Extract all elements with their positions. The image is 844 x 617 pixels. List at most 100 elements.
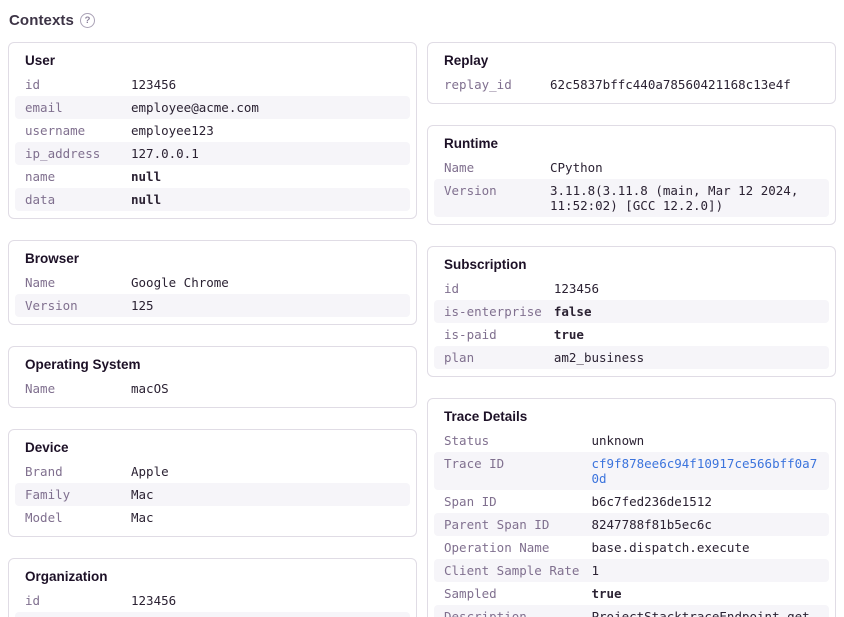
kv-row: ModelMac	[15, 506, 410, 529]
kv-key: Client Sample Rate	[434, 559, 591, 582]
kv-row: replay_id62c5837bffc440a78560421168c13e4…	[434, 73, 829, 96]
kv-key: id	[15, 589, 131, 612]
kv-key: Version	[15, 294, 131, 317]
kv-key: Trace ID	[434, 452, 591, 490]
context-card: Operating System NamemacOS	[8, 346, 417, 408]
context-card: Runtime NameCPythonVersion3.11.8(3.11.8 …	[427, 125, 836, 225]
kv-value: ProjectStacktraceEndpoint.get	[591, 605, 829, 617]
kv-key: replay_id	[434, 73, 550, 96]
kv-key: email	[15, 96, 131, 119]
kv-key: plan	[434, 346, 554, 369]
kv-value: employee123	[131, 119, 410, 142]
kv-value: true	[554, 323, 829, 346]
kv-row: Client Sample Rate1	[434, 559, 829, 582]
kv-value: 127.0.0.1	[131, 142, 410, 165]
kv-key: Description	[434, 605, 591, 617]
key-value-table: id123456emailemployee@acme.comusernameem…	[15, 73, 410, 211]
kv-key: Model	[15, 506, 131, 529]
key-value-table: StatusunknownTrace IDcf9f878ee6c94f10917…	[434, 429, 829, 617]
context-card: User id123456emailemployee@acme.comusern…	[8, 42, 417, 219]
key-value-table: id123456is-enterprisefalseis-paidtruepla…	[434, 277, 829, 369]
kv-key: slug	[15, 612, 131, 617]
right-column: Replay replay_id62c5837bffc440a785604211…	[427, 42, 836, 617]
kv-value: null	[131, 188, 410, 211]
context-card: Browser NameGoogle ChromeVersion125	[8, 240, 417, 325]
kv-key: id	[434, 277, 554, 300]
kv-value: true	[591, 582, 829, 605]
kv-key: id	[15, 73, 131, 96]
context-columns: User id123456emailemployee@acme.comusern…	[0, 42, 844, 617]
kv-row: id123456	[434, 277, 829, 300]
trace-id-link[interactable]: cf9f878ee6c94f10917ce566bff0a70d	[591, 456, 817, 486]
context-card: Organization id123456slugacme	[8, 558, 417, 617]
kv-value: unknown	[591, 429, 829, 452]
kv-row: id123456	[15, 73, 410, 96]
kv-row: datanull	[15, 188, 410, 211]
contexts-header: Contexts ?	[9, 12, 844, 29]
kv-value: Apple	[131, 460, 410, 483]
context-card: Device BrandAppleFamilyMacModelMac	[8, 429, 417, 537]
kv-value: 125	[131, 294, 410, 317]
kv-key: Brand	[15, 460, 131, 483]
kv-value: false	[554, 300, 829, 323]
kv-value: Mac	[131, 483, 410, 506]
kv-key: Status	[434, 429, 591, 452]
key-value-table: id123456slugacme	[15, 589, 410, 617]
kv-row: Statusunknown	[434, 429, 829, 452]
card-title: Runtime	[434, 134, 829, 156]
card-title: Operating System	[15, 355, 410, 377]
help-icon[interactable]: ?	[80, 13, 95, 28]
kv-value: 1	[591, 559, 829, 582]
page-title: Contexts	[9, 12, 74, 29]
kv-value: macOS	[131, 377, 410, 400]
card-title: Trace Details	[434, 407, 829, 429]
kv-row: is-enterprisefalse	[434, 300, 829, 323]
kv-key: Version	[434, 179, 550, 217]
card-title: Organization	[15, 567, 410, 589]
kv-value: b6c7fed236de1512	[591, 490, 829, 513]
kv-row: NamemacOS	[15, 377, 410, 400]
kv-row: Parent Span ID8247788f81b5ec6c	[434, 513, 829, 536]
card-title: Replay	[434, 51, 829, 73]
kv-key: Parent Span ID	[434, 513, 591, 536]
kv-key: data	[15, 188, 131, 211]
kv-row: Version3.11.8(3.11.8 (main, Mar 12 2024,…	[434, 179, 829, 217]
key-value-table: NameGoogle ChromeVersion125	[15, 271, 410, 317]
context-card: Subscription id123456is-enterprisefalsei…	[427, 246, 836, 377]
kv-value: 8247788f81b5ec6c	[591, 513, 829, 536]
kv-value: Google Chrome	[131, 271, 410, 294]
kv-key: Operation Name	[434, 536, 591, 559]
card-title: User	[15, 51, 410, 73]
kv-value: CPython	[550, 156, 829, 179]
kv-value: Mac	[131, 506, 410, 529]
kv-value: 3.11.8(3.11.8 (main, Mar 12 2024, 11:52:…	[550, 179, 829, 217]
left-column: User id123456emailemployee@acme.comusern…	[8, 42, 417, 617]
kv-row: namenull	[15, 165, 410, 188]
kv-row: ip_address127.0.0.1	[15, 142, 410, 165]
kv-key: Name	[434, 156, 550, 179]
kv-row: NameCPython	[434, 156, 829, 179]
context-card: Replay replay_id62c5837bffc440a785604211…	[427, 42, 836, 104]
kv-row: usernameemployee123	[15, 119, 410, 142]
key-value-table: replay_id62c5837bffc440a78560421168c13e4…	[434, 73, 829, 96]
key-value-table: NameCPythonVersion3.11.8(3.11.8 (main, M…	[434, 156, 829, 217]
kv-value: employee@acme.com	[131, 96, 410, 119]
kv-row: Sampledtrue	[434, 582, 829, 605]
kv-key: Name	[15, 271, 131, 294]
kv-value: am2_business	[554, 346, 829, 369]
card-title: Device	[15, 438, 410, 460]
kv-row: is-paidtrue	[434, 323, 829, 346]
kv-row: slugacme	[15, 612, 410, 617]
kv-row: Trace IDcf9f878ee6c94f10917ce566bff0a70d	[434, 452, 829, 490]
kv-value: null	[131, 165, 410, 188]
kv-value: 123456	[554, 277, 829, 300]
kv-key: Sampled	[434, 582, 591, 605]
card-title: Subscription	[434, 255, 829, 277]
kv-row: emailemployee@acme.com	[15, 96, 410, 119]
kv-value: cf9f878ee6c94f10917ce566bff0a70d	[591, 452, 829, 490]
kv-value: 123456	[131, 589, 410, 612]
kv-row: planam2_business	[434, 346, 829, 369]
card-title: Browser	[15, 249, 410, 271]
kv-row: NameGoogle Chrome	[15, 271, 410, 294]
kv-key: ip_address	[15, 142, 131, 165]
